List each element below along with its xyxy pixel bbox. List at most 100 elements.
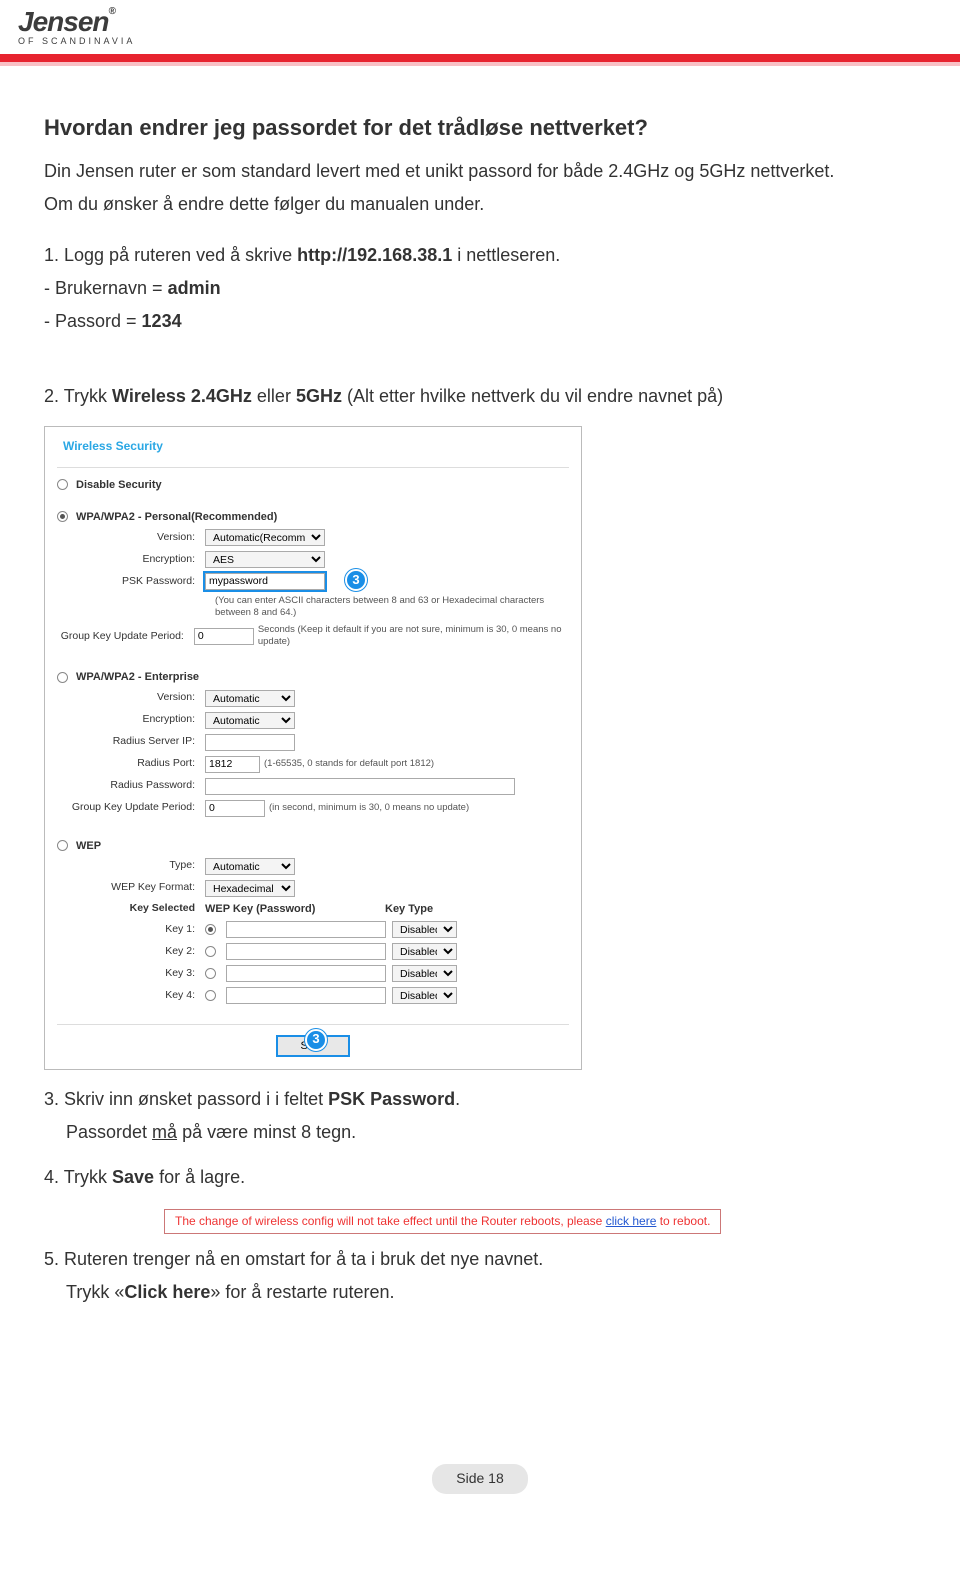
wireless-security-screenshot: Wireless Security Disable Security WPA/W… — [44, 426, 582, 1069]
ent-encryption-select[interactable]: Automatic — [205, 712, 295, 729]
disable-label: Disable Security — [76, 478, 162, 492]
wep-type-label: Type: — [57, 859, 205, 872]
step2-mid: eller — [252, 386, 296, 406]
key4-label: Key 4: — [57, 989, 205, 1002]
version-select[interactable]: Automatic(Recommended) — [205, 529, 325, 546]
option-disable: Disable Security — [57, 478, 569, 492]
step1-text: 1. Logg på ruteren ved å skrive — [44, 245, 297, 265]
row-encryption: Encryption: AES — [57, 551, 569, 568]
step-4: 4. Trykk Save for å lagre. — [44, 1166, 916, 1189]
reboot-link[interactable]: click here — [606, 1214, 657, 1228]
radius-ip-input[interactable] — [205, 734, 295, 751]
option-wpa-personal: WPA/WPA2 - Personal(Recommended) — [57, 510, 569, 524]
step1-pass-label: - Passord = — [44, 311, 142, 331]
intro-line-2: Om du ønsker å endre dette følger du man… — [44, 193, 916, 216]
callout-3a: 3 — [345, 569, 367, 591]
step1-pass: - Passord = 1234 — [44, 310, 916, 333]
brand-logo: Jensen® — [18, 6, 115, 38]
radius-pw-input[interactable] — [205, 778, 515, 795]
ent-version-select[interactable]: Automatic — [205, 690, 295, 707]
reboot-infobox: The change of wireless config will not t… — [164, 1209, 721, 1234]
key-selected-header: Key Selected — [57, 902, 205, 915]
radio-wpa-personal[interactable] — [57, 511, 68, 522]
intro-line-1: Din Jensen ruter er som standard levert … — [44, 160, 916, 183]
option-wep: WEP — [57, 839, 569, 853]
radio-wpa-enterprise[interactable] — [57, 672, 68, 683]
info-tail: to reboot. — [656, 1214, 710, 1228]
gku-note: Seconds (Keep it default if you are not … — [258, 624, 569, 648]
psk-label: PSK Password: — [57, 575, 205, 588]
step-5b: Trykk «Click here» for å restarte rutere… — [66, 1281, 916, 1304]
ent-version-label: Version: — [57, 691, 205, 704]
step-3b: Passordet må på være minst 8 tegn. — [66, 1121, 916, 1144]
step-5a: 5. Ruteren trenger nå en omstart for å t… — [44, 1248, 916, 1271]
step2-w24: Wireless 2.4GHz — [112, 386, 252, 406]
key-type-header: Key Type — [385, 902, 433, 916]
ent-gku-input[interactable] — [205, 800, 265, 817]
wep-header-row: Key Selected WEP Key (Password) Key Type — [57, 902, 569, 916]
key3-type-select[interactable]: Disabled — [392, 965, 457, 982]
key-password-header: WEP Key (Password) — [205, 902, 385, 916]
key1-input[interactable] — [226, 921, 386, 938]
radio-disable[interactable] — [57, 479, 68, 490]
key1-type-select[interactable]: Disabled — [392, 921, 457, 938]
step3-d: Passordet — [66, 1122, 152, 1142]
radio-wep[interactable] — [57, 840, 68, 851]
callout-3b: 3 — [305, 1029, 327, 1051]
brand-name: Jensen — [18, 6, 109, 37]
encryption-label: Encryption: — [57, 553, 205, 566]
gku-input[interactable] — [194, 628, 254, 645]
key4-input[interactable] — [226, 987, 386, 1004]
key4-radio[interactable] — [205, 990, 216, 1001]
row-ent-gku: Group Key Update Period: (in second, min… — [57, 800, 569, 817]
divider — [57, 467, 569, 468]
radius-port-input[interactable] — [205, 756, 260, 773]
step3-psk: PSK Password — [328, 1089, 455, 1109]
key2-type-select[interactable]: Disabled — [392, 943, 457, 960]
key1-radio[interactable] — [205, 924, 216, 935]
step4-a: 4. Trykk — [44, 1167, 112, 1187]
brand-tagline: OF SCANDINAVIA — [18, 36, 942, 46]
key4-type-select[interactable]: Disabled — [392, 987, 457, 1004]
key3-radio[interactable] — [205, 968, 216, 979]
reg-mark: ® — [109, 6, 115, 17]
wep-type-select[interactable]: Automatic — [205, 858, 295, 875]
key3-input[interactable] — [226, 965, 386, 982]
key2-radio[interactable] — [205, 946, 216, 957]
panel-footer: Save 3 — [57, 1024, 569, 1057]
step4-tail: for å lagre. — [154, 1167, 245, 1187]
wep-keyfmt-select[interactable]: Hexadecimal — [205, 880, 295, 897]
panel-title: Wireless Security — [63, 439, 569, 454]
key2-input[interactable] — [226, 943, 386, 960]
wep-key3: Key 3: Disabled — [57, 965, 569, 982]
psk-note: (You can enter ASCII characters between … — [215, 595, 569, 619]
step-2: 2. Trykk Wireless 2.4GHz eller 5GHz (Alt… — [44, 385, 916, 408]
step5-b: Trykk « — [66, 1282, 124, 1302]
ent-encryption-label: Encryption: — [57, 713, 205, 726]
row-version: Version: Automatic(Recommended) — [57, 529, 569, 546]
ent-gku-note: (in second, minimum is 30, 0 means no up… — [269, 802, 469, 814]
brand-header: Jensen® OF SCANDINAVIA — [0, 0, 960, 50]
step2-tail: (Alt etter hvilke nettverk du vil endre … — [342, 386, 723, 406]
ent-gku-label: Group Key Update Period: — [57, 801, 205, 814]
radius-port-label: Radius Port: — [57, 757, 205, 770]
info-text: The change of wireless config will not t… — [175, 1214, 606, 1228]
row-wep-keyfmt: WEP Key Format: Hexadecimal — [57, 880, 569, 897]
key3-label: Key 3: — [57, 967, 205, 980]
wep-key4: Key 4: Disabled — [57, 987, 569, 1004]
radius-ip-label: Radius Server IP: — [57, 735, 205, 748]
key1-label: Key 1: — [57, 923, 205, 936]
wpa-enterprise-label: WPA/WPA2 - Enterprise — [76, 670, 199, 684]
row-wep-type: Type: Automatic — [57, 858, 569, 875]
encryption-select[interactable]: AES — [205, 551, 325, 568]
row-radius-port: Radius Port: (1-65535, 0 stands for defa… — [57, 756, 569, 773]
step1-user-label: - Brukernavn = — [44, 278, 168, 298]
step-1: 1. Logg på ruteren ved å skrive http://1… — [44, 244, 916, 267]
psk-password-input[interactable] — [205, 573, 325, 590]
key2-label: Key 2: — [57, 945, 205, 958]
step3-a: 3. Skriv inn ønsket passord i i feltet — [44, 1089, 328, 1109]
step1-user: - Brukernavn = admin — [44, 277, 916, 300]
step4-save: Save — [112, 1167, 154, 1187]
step1-tail: i nettleseren. — [452, 245, 560, 265]
wep-key2: Key 2: Disabled — [57, 943, 569, 960]
